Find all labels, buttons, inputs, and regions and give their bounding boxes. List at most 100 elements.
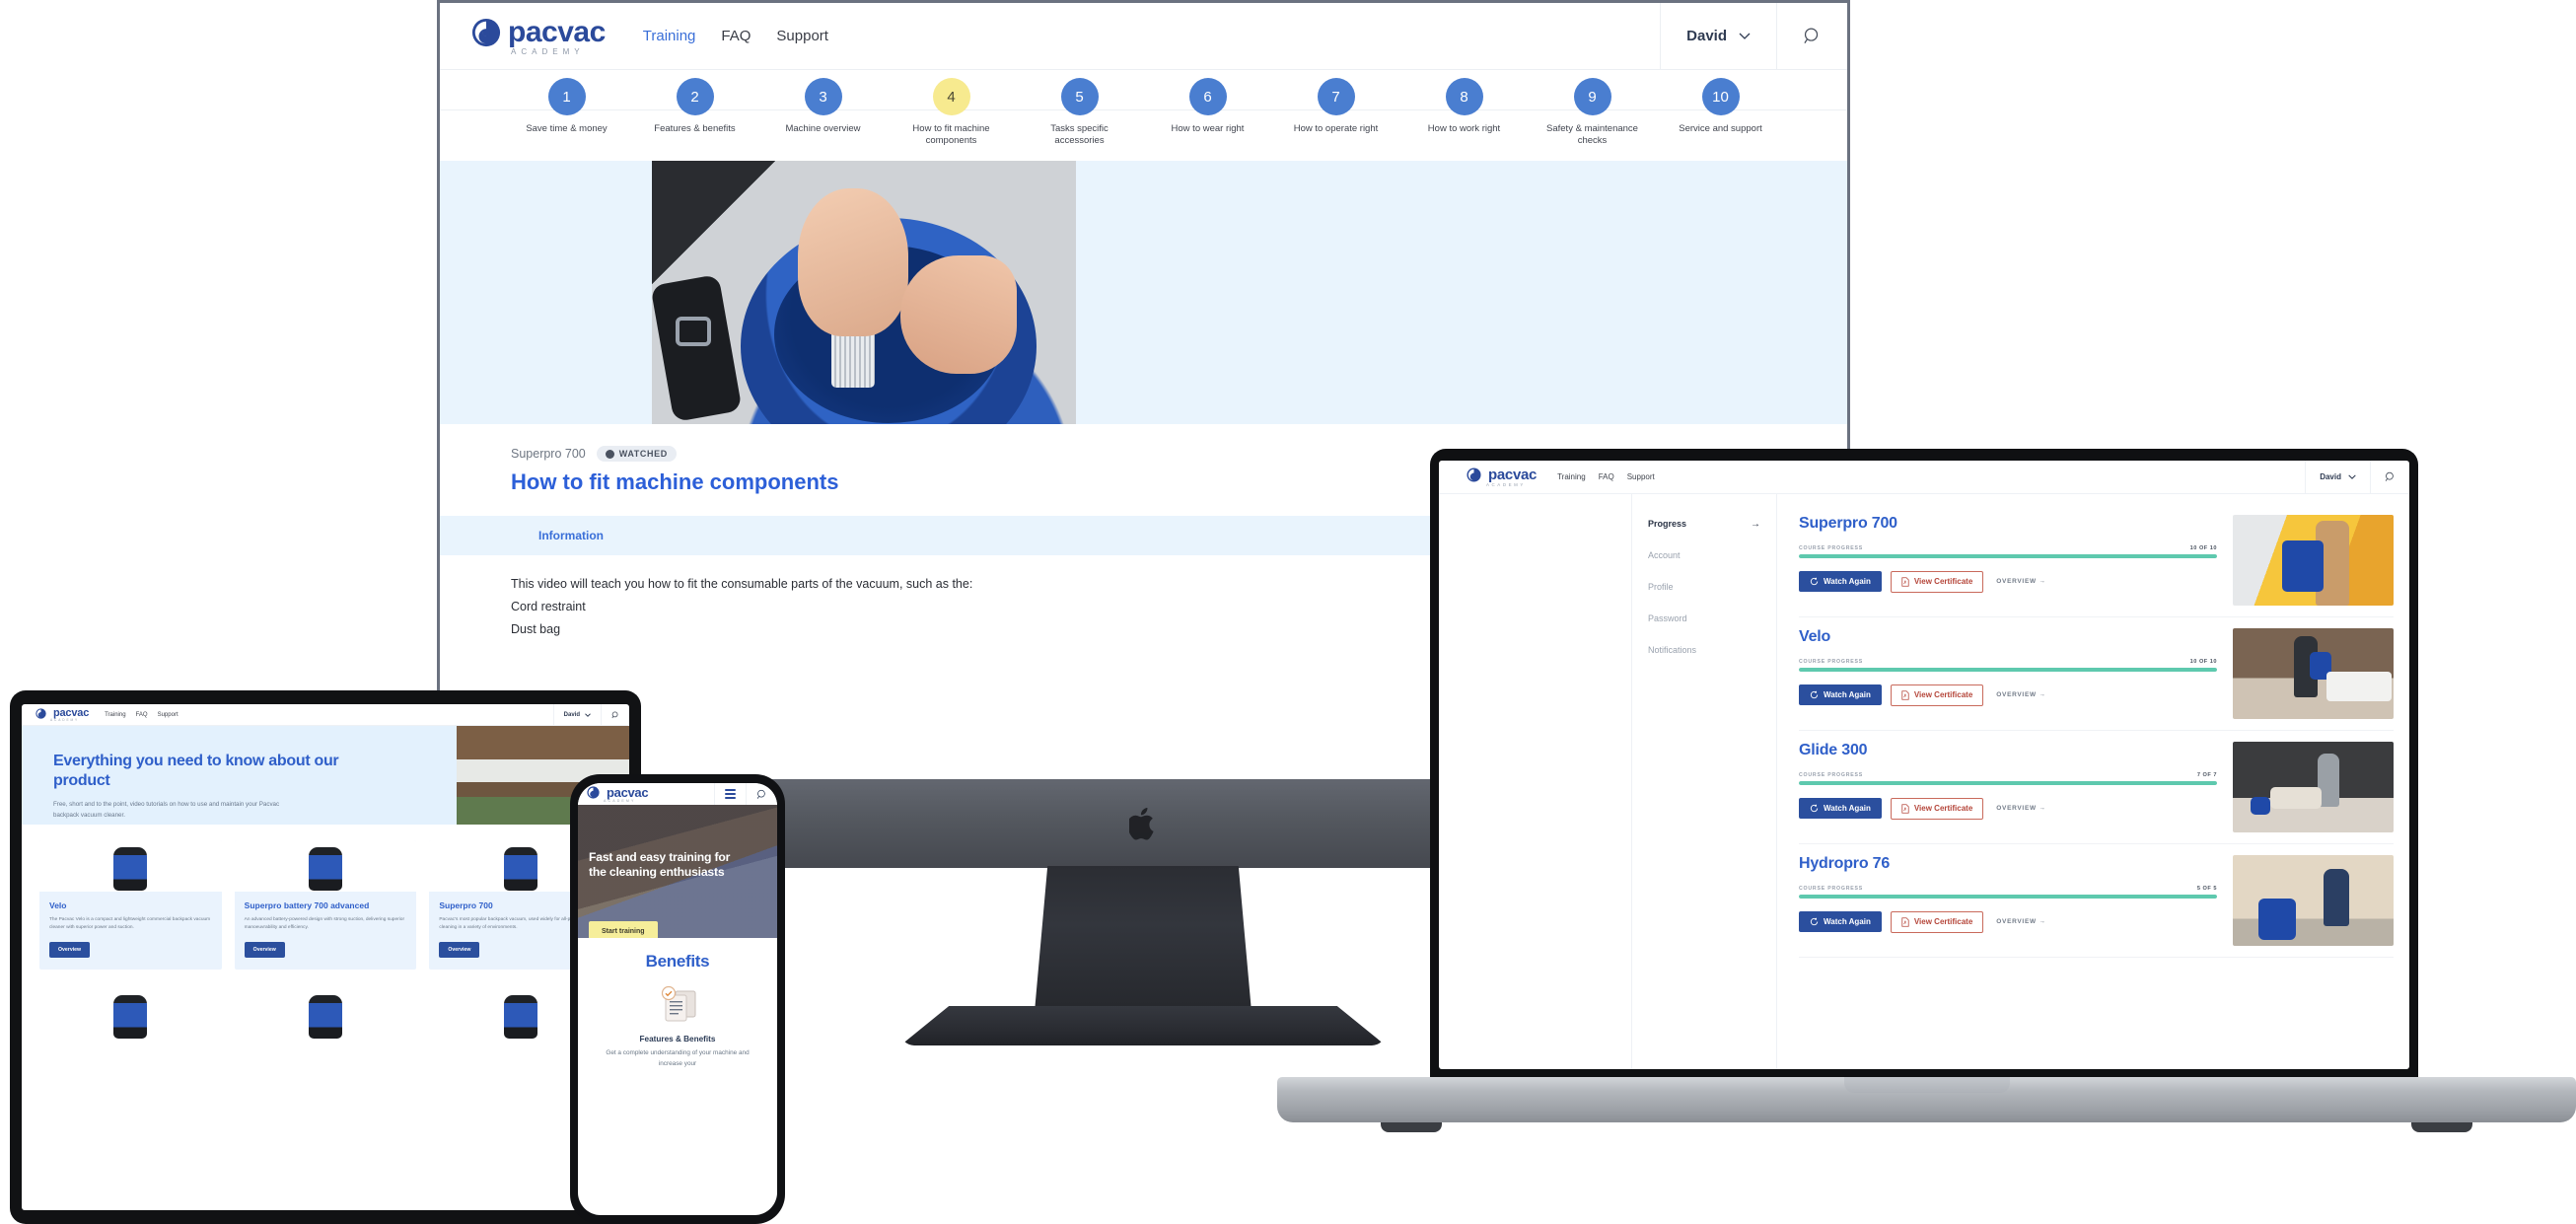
nav-item-support[interactable]: Support — [776, 28, 828, 44]
laptop-foot-left — [1381, 1122, 1442, 1132]
sidebar-item-profile[interactable]: Profile — [1632, 571, 1776, 603]
desktop-main-nav: Training FAQ Support — [643, 28, 828, 44]
start-training-button[interactable]: Start training — [589, 921, 658, 938]
replay-icon — [1810, 690, 1819, 699]
step-10[interactable]: 10 Service and support — [1672, 78, 1769, 147]
pacvac-logo[interactable]: pacvac ACADEMY — [36, 707, 89, 722]
course-title[interactable]: Velo — [1799, 628, 2217, 646]
course-title[interactable]: Glide 300 — [1799, 742, 2217, 759]
nav-item-training[interactable]: Training — [643, 28, 696, 44]
hand-right — [900, 255, 1017, 374]
course-stepper: 1 Save time & money 2 Features & benefit… — [440, 70, 1847, 161]
course-card: Superpro 700 COURSE PROGRESS 10 OF 10 Wa… — [1799, 504, 2394, 617]
search-button[interactable] — [601, 704, 629, 726]
progress-label: COURSE PROGRESS — [1799, 772, 1864, 778]
product-title: Velo — [49, 900, 67, 910]
pdf-document-icon — [1901, 803, 1909, 814]
overview-link[interactable]: OVERVIEW → — [1996, 805, 2045, 812]
overview-link[interactable]: OVERVIEW → — [1996, 918, 2045, 925]
logo-subtitle: ACADEMY — [604, 799, 636, 803]
pacvac-logo[interactable]: pacvac ACADEMY — [1467, 467, 1537, 487]
overview-link[interactable]: OVERVIEW → — [1996, 691, 2045, 698]
document-check-icon — [656, 984, 699, 1024]
left-gutter — [1439, 494, 1631, 1069]
step-7[interactable]: 7 How to operate right — [1287, 78, 1385, 147]
nav-item-support[interactable]: Support — [158, 712, 179, 718]
user-menu[interactable]: David — [1660, 3, 1776, 70]
search-icon — [756, 789, 765, 799]
nav-item-training[interactable]: Training — [105, 712, 125, 718]
search-icon — [1804, 28, 1819, 43]
chevron-down-icon — [2348, 474, 2356, 479]
overview-button[interactable]: Overview — [244, 942, 285, 959]
product-card[interactable] — [39, 980, 222, 1041]
nav-item-faq[interactable]: FAQ — [1599, 472, 1614, 481]
thumb-vacuum — [2258, 899, 2296, 940]
view-certificate-button[interactable]: View Certificate — [1890, 910, 1984, 933]
watch-again-button[interactable]: Watch Again — [1799, 911, 1882, 932]
view-certificate-button[interactable]: View Certificate — [1890, 797, 1984, 820]
progress-value: 10 OF 10 — [2189, 659, 2217, 665]
replay-icon — [1810, 577, 1819, 586]
pacvac-logo[interactable]: pacvac ACADEMY — [471, 16, 606, 56]
step-label: Save time & money — [526, 123, 608, 134]
step-4-current[interactable]: 4 How to fit machine components — [902, 78, 1000, 147]
course-card-actions: Watch Again View Certificate OVERVIEW → — [1799, 570, 2217, 593]
product-card: Velo The Pacvac Velo is a compact and li… — [39, 840, 222, 971]
watch-again-button[interactable]: Watch Again — [1799, 684, 1882, 705]
course-title[interactable]: Hydropro 76 — [1799, 855, 2217, 873]
course-card: Glide 300 COURSE PROGRESS 7 OF 7 Watch A… — [1799, 731, 2394, 844]
hamburger-menu-icon[interactable] — [714, 783, 746, 805]
watch-again-label: Watch Again — [1824, 690, 1871, 699]
chevron-down-icon — [1739, 33, 1751, 39]
sidebar-item-notifications[interactable]: Notifications — [1632, 634, 1776, 666]
search-button[interactable] — [1776, 3, 1847, 70]
course-title[interactable]: Superpro 700 — [1799, 515, 2217, 533]
progress-bar-fill — [1799, 554, 2217, 558]
step-label: Safety & maintenance checks — [1546, 123, 1638, 146]
step-3[interactable]: 3 Machine overview — [774, 78, 872, 147]
tablet-header-right: David — [552, 704, 629, 726]
phone-screen: pacvac ACADEMY Fast and easy training fo… — [578, 783, 777, 1215]
step-9[interactable]: 9 Safety & maintenance checks — [1543, 78, 1641, 147]
step-5[interactable]: 5 Tasks specific accessories — [1031, 78, 1128, 147]
search-button[interactable] — [2370, 461, 2409, 494]
overview-button[interactable]: Overview — [439, 942, 480, 959]
sidebar-item-password[interactable]: Password — [1632, 603, 1776, 634]
pacvac-logo[interactable]: pacvac ACADEMY — [587, 785, 649, 803]
view-certificate-label: View Certificate — [1913, 690, 1973, 699]
step-2[interactable]: 2 Features & benefits — [646, 78, 744, 147]
overview-button[interactable]: Overview — [49, 942, 91, 959]
watch-again-label: Watch Again — [1824, 804, 1871, 813]
phone-hero: Fast and easy training for the cleaning … — [578, 805, 777, 938]
product-card: Superpro battery 700 advanced An advance… — [234, 840, 417, 971]
course-card-content: Hydropro 76 COURSE PROGRESS 5 OF 5 Watch… — [1799, 855, 2233, 946]
lesson-video-player[interactable] — [440, 161, 1847, 424]
tab-information[interactable]: Information — [538, 529, 604, 542]
user-menu[interactable]: David — [552, 704, 601, 726]
step-8[interactable]: 8 How to work right — [1415, 78, 1513, 147]
overview-link[interactable]: OVERVIEW → — [1996, 578, 2045, 585]
video-frame — [652, 161, 1076, 424]
progress-bar-fill — [1799, 781, 2217, 785]
sidebar-item-label: Notifications — [1648, 645, 1697, 655]
nav-item-support[interactable]: Support — [1627, 472, 1655, 481]
product-card[interactable] — [234, 980, 417, 1041]
nav-item-training[interactable]: Training — [1557, 472, 1586, 481]
search-button[interactable] — [746, 783, 777, 805]
hero-subtext: Free, short and to the point, video tuto… — [53, 801, 280, 819]
nav-item-faq[interactable]: FAQ — [721, 28, 751, 44]
step-1[interactable]: 1 Save time & money — [518, 78, 615, 147]
view-certificate-label: View Certificate — [1913, 577, 1973, 586]
sidebar-item-account[interactable]: Account — [1632, 540, 1776, 571]
nav-item-faq[interactable]: FAQ — [136, 712, 148, 718]
sidebar-item-progress[interactable]: Progress → — [1632, 508, 1776, 540]
watch-again-button[interactable]: Watch Again — [1799, 798, 1882, 819]
watched-icon — [605, 449, 614, 459]
user-menu[interactable]: David — [2305, 461, 2370, 494]
view-certificate-button[interactable]: View Certificate — [1890, 570, 1984, 593]
view-certificate-button[interactable]: View Certificate — [1890, 684, 1984, 706]
step-6[interactable]: 6 How to wear right — [1159, 78, 1256, 147]
course-card-content: Velo COURSE PROGRESS 10 OF 10 Watch Agai… — [1799, 628, 2233, 719]
watch-again-button[interactable]: Watch Again — [1799, 571, 1882, 592]
